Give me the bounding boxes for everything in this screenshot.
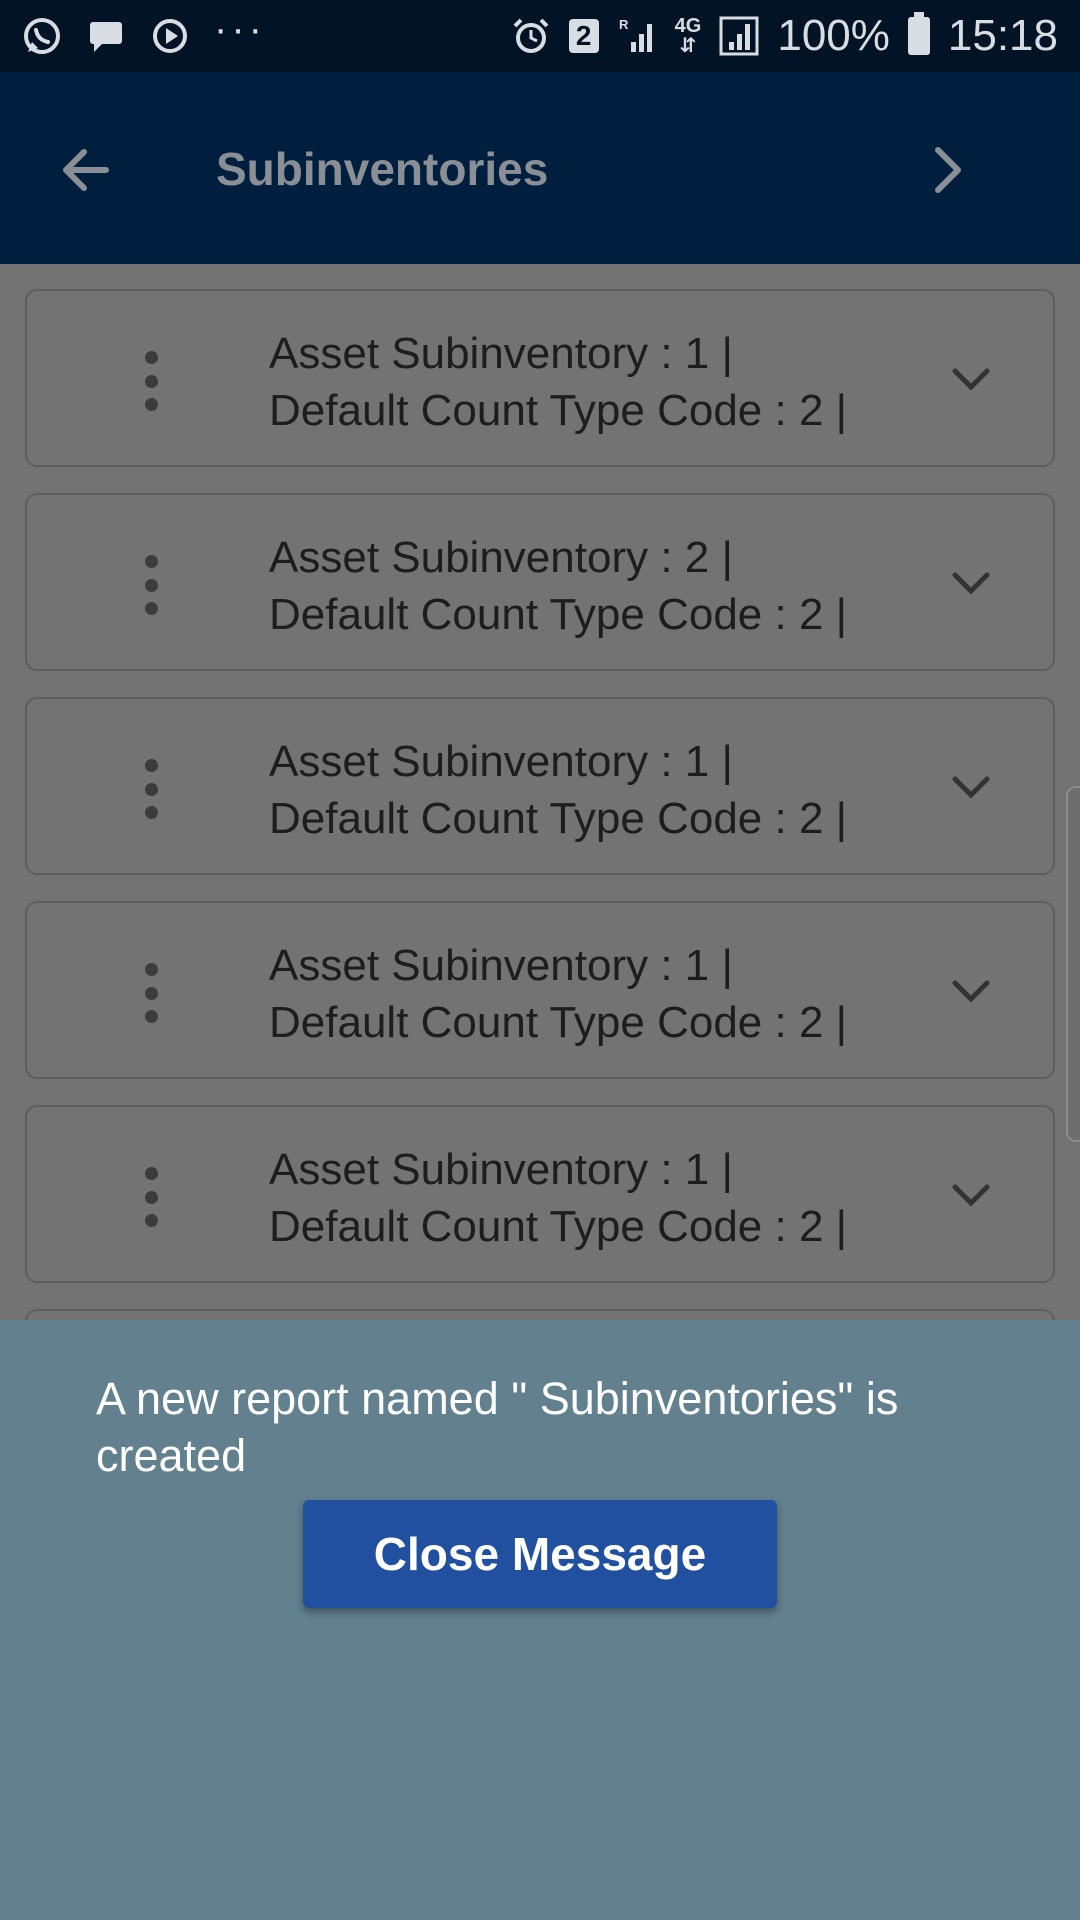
back-arrow-icon[interactable] — [56, 140, 116, 200]
signal-icon — [719, 16, 759, 56]
page-title: Subinventories — [216, 143, 549, 195]
asset-subinventory-label: Asset Subinventory : 1 | — [269, 737, 733, 786]
chat-icon — [86, 16, 126, 56]
asset-subinventory-label: Asset Subinventory : 1 | — [269, 941, 733, 990]
list-item[interactable]: Asset Subinventory : 1 | Default Count T… — [25, 697, 1055, 875]
list-item-text: Asset Subinventory : 1 | Default Count T… — [269, 1141, 847, 1255]
list-item[interactable]: Asset Subinventory : 1 | Default Count T… — [25, 1105, 1055, 1283]
network-type-label: 4G — [674, 15, 702, 37]
more-vert-icon[interactable] — [141, 963, 161, 1023]
default-count-type-label: Default Count Type Code : 2 | — [269, 998, 848, 1047]
list-item[interactable]: Asset Subinventory : 1 | Default Count T… — [25, 289, 1055, 467]
message-sheet: A new report named " Subinventories" is … — [0, 1320, 1080, 1920]
default-count-type-label: Default Count Type Code : 2 | — [269, 1202, 848, 1251]
more-vert-icon[interactable] — [141, 1167, 161, 1227]
chevron-down-icon[interactable] — [951, 359, 991, 399]
app-bar: Subinventories — [0, 72, 1080, 264]
status-bar: ··· 2 R 4G ⇵ 100% 15:18 — [0, 0, 1080, 72]
chevron-right-icon[interactable] — [924, 140, 976, 200]
chevron-down-icon[interactable] — [951, 767, 991, 807]
chevron-down-icon[interactable] — [951, 971, 991, 1011]
asset-subinventory-label: Asset Subinventory : 1 | — [269, 329, 733, 378]
scrollbar-handle[interactable] — [1066, 786, 1080, 1142]
status-left: ··· — [22, 9, 266, 56]
network-type: 4G ⇵ — [674, 15, 702, 57]
more-vert-icon[interactable] — [141, 351, 161, 411]
whatsapp-icon — [22, 16, 62, 56]
default-count-type-label: Default Count Type Code : 2 | — [269, 386, 848, 435]
chevron-down-icon[interactable] — [951, 1175, 991, 1215]
default-count-type-label: Default Count Type Code : 2 | — [269, 590, 848, 639]
overflow-dots: ··· — [214, 7, 266, 51]
asset-subinventory-label: Asset Subinventory : 2 | — [269, 533, 733, 582]
status-right: 2 R 4G ⇵ 100% 15:18 — [511, 11, 1058, 61]
chevron-down-icon[interactable] — [951, 563, 991, 603]
list-item[interactable]: Asset Subinventory : 2 | Default Count T… — [25, 493, 1055, 671]
list-item-text: Asset Subinventory : 1 | Default Count T… — [269, 937, 847, 1051]
battery-icon — [907, 12, 930, 55]
close-message-button[interactable]: Close Message — [303, 1500, 777, 1608]
battery-percent: 100% — [777, 11, 890, 60]
asset-subinventory-label: Asset Subinventory : 1 | — [269, 1145, 733, 1194]
clock: 15:18 — [947, 11, 1058, 60]
list-item-text: Asset Subinventory : 2 | Default Count T… — [269, 529, 847, 643]
list-item-text: Asset Subinventory : 1 | Default Count T… — [269, 325, 847, 439]
signal-roaming-icon: R — [617, 16, 657, 56]
more-vert-icon[interactable] — [141, 555, 161, 615]
svg-text:R: R — [619, 17, 629, 32]
default-count-type-label: Default Count Type Code : 2 | — [269, 794, 848, 843]
sim-badge: 2 — [568, 19, 599, 53]
more-vert-icon[interactable] — [141, 759, 161, 819]
list-item[interactable]: Asset Subinventory : 1 | Default Count T… — [25, 901, 1055, 1079]
message-text: A new report named " Subinventories" is … — [96, 1373, 899, 1481]
list-item-text: Asset Subinventory : 1 | Default Count T… — [269, 733, 847, 847]
media-play-icon — [150, 16, 190, 56]
alarm-icon — [511, 16, 551, 56]
